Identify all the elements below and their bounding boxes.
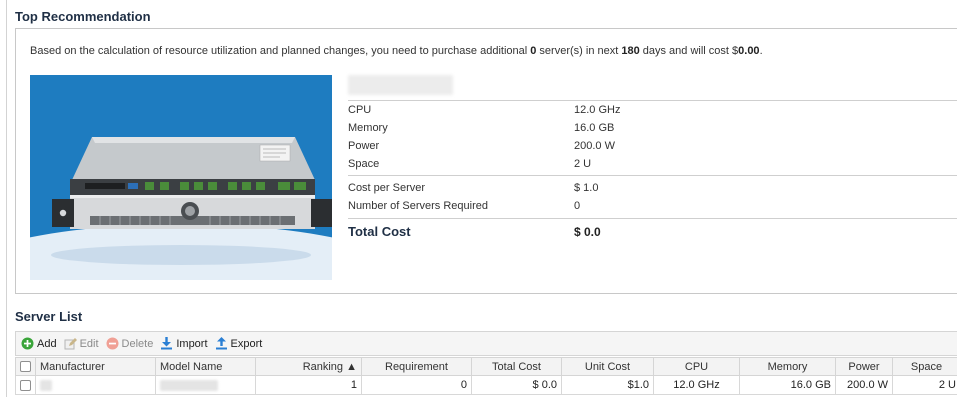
select-all-checkbox[interactable] [15, 357, 36, 376]
cell-memory: 16.0 GB [739, 375, 836, 395]
cell-manufacturer-redacted [35, 375, 156, 395]
column-header-unit-cost[interactable]: Unit Cost [561, 357, 654, 376]
cell-unit-cost: $1.0 [561, 375, 654, 395]
cell-cpu: 12.0 GHz [653, 375, 740, 395]
total-cost-value: $ 0.0 [574, 225, 601, 239]
server-list-table: Manufacturer Model Name Ranking ▲ Requir… [15, 357, 957, 395]
column-header-space[interactable]: Space [892, 357, 957, 376]
recommendation-panel: Based on the calculation of resource uti… [15, 28, 957, 294]
cell-requirement: 0 [361, 375, 472, 395]
cell-model-name-redacted [155, 375, 256, 395]
top-recommendation-title: Top Recommendation [15, 9, 151, 24]
import-label: Import [176, 337, 208, 350]
server-model-name-redacted [348, 75, 453, 95]
add-label: Add [37, 337, 57, 350]
spec-number-of-servers: Number of Servers Required 0 [348, 197, 957, 215]
server-image [30, 75, 332, 280]
delete-label: Delete [121, 337, 154, 350]
import-arrow-icon [160, 337, 173, 350]
spec-value: 0 [574, 200, 581, 212]
table-row[interactable]: 1 0 $ 0.0 $1.0 12.0 GHz 16.0 GB 200.0 W … [15, 375, 957, 395]
server-illustration [30, 137, 332, 280]
spec-label: Memory [348, 122, 388, 134]
export-button[interactable]: Export [215, 337, 263, 350]
spec-value: 16.0 GB [574, 122, 615, 134]
spec-value: $ 1.0 [574, 182, 599, 194]
spec-label: CPU [348, 104, 372, 116]
column-header-ranking[interactable]: Ranking ▲ [255, 357, 362, 376]
spec-value: 2 U [574, 158, 592, 170]
export-arrow-icon [215, 337, 228, 350]
cell-space: 2 U [892, 375, 957, 395]
spec-value: 12.0 GHz [574, 104, 621, 116]
spec-label: Space [348, 158, 380, 170]
edit-pencil-icon [64, 337, 77, 350]
cell-total-cost: $ 0.0 [471, 375, 562, 395]
column-header-manufacturer[interactable]: Manufacturer [35, 357, 156, 376]
column-header-model-name[interactable]: Model Name [155, 357, 256, 376]
cell-ranking: 1 [255, 375, 362, 395]
spec-label: Cost per Server [348, 182, 426, 194]
plus-circle-icon [21, 337, 34, 350]
days-count: 180 [621, 45, 640, 57]
divider [348, 175, 957, 176]
column-header-requirement[interactable]: Requirement [361, 357, 472, 376]
recommendation-summary: Based on the calculation of resource uti… [30, 45, 763, 57]
column-header-cpu[interactable]: CPU [653, 357, 740, 376]
total-cost-row: Total Cost $ 0.0 [348, 219, 957, 245]
spec-power: Power 200.0 W [348, 137, 957, 155]
column-header-total-cost[interactable]: Total Cost [471, 357, 562, 376]
spec-cpu: CPU 12.0 GHz [348, 101, 957, 119]
spec-space: Space 2 U [348, 155, 957, 173]
delete-circle-icon [106, 337, 119, 350]
spec-label: Number of Servers Required [348, 200, 489, 212]
column-header-memory[interactable]: Memory [739, 357, 836, 376]
server-list-title: Server List [15, 309, 83, 324]
delete-button[interactable]: Delete [106, 337, 154, 350]
column-header-power[interactable]: Power [835, 357, 893, 376]
add-button[interactable]: Add [21, 337, 57, 350]
edit-label: Edit [79, 337, 99, 350]
total-cost-label: Total Cost [348, 224, 411, 239]
server-specs: CPU 12.0 GHz Memory 16.0 GB Power 200.0 W S… [348, 100, 957, 245]
row-checkbox[interactable] [15, 375, 36, 395]
export-label: Export [230, 337, 263, 350]
spec-memory: Memory 16.0 GB [348, 119, 957, 137]
spec-cost-per-server: Cost per Server $ 1.0 [348, 179, 957, 197]
left-border [6, 0, 7, 397]
import-button[interactable]: Import [160, 337, 208, 350]
table-header-row: Manufacturer Model Name Ranking ▲ Requir… [15, 357, 957, 376]
spec-value: 200.0 W [574, 140, 615, 152]
edit-button[interactable]: Edit [64, 337, 99, 350]
cost-amount: 0.00 [738, 45, 760, 57]
spec-label: Power [348, 140, 380, 152]
cell-power: 200.0 W [835, 375, 893, 395]
server-list-toolbar: Add Edit Delete Import Export [15, 331, 957, 356]
